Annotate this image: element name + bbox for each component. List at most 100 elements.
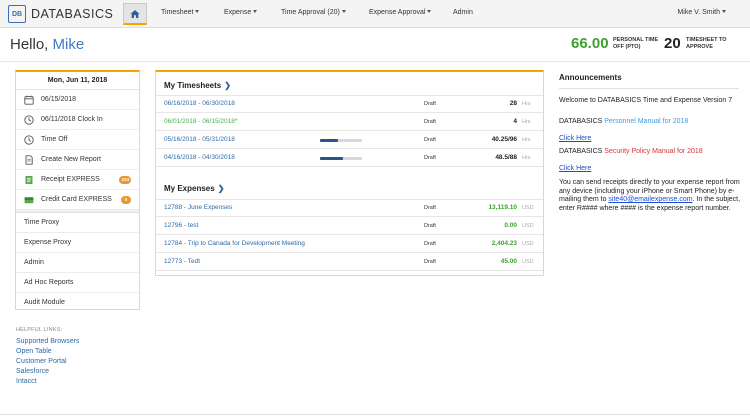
click-here-link[interactable]: Click Here [559, 165, 591, 172]
link-expense-proxy[interactable]: Expense Proxy [16, 233, 139, 253]
status-label: Draft [424, 137, 436, 143]
expense-amount: 13,119.10 [488, 204, 517, 211]
quick-item-label: Receipt EXPRESS [41, 176, 100, 183]
nav-timesheet[interactable]: Timesheet [161, 9, 200, 16]
announcement-link-row: Click Here [559, 135, 744, 144]
credit-card-icon [24, 195, 34, 205]
security-policy-name: Security Policy Manual for 2018 [604, 148, 703, 155]
quick-item-label: Time Off [41, 136, 68, 143]
helpful-link[interactable]: Customer Portal [16, 358, 67, 365]
currency-label: USD [522, 259, 534, 265]
status-label: Draft [424, 155, 436, 161]
helpful-link[interactable]: Supported Browsers [16, 338, 79, 345]
timesheet-approve-count[interactable]: 20 [664, 35, 681, 52]
nav-expense[interactable]: Expense [224, 9, 258, 16]
timesheet-period-link[interactable]: 04/16/2018 - 04/30/2018 [164, 154, 235, 161]
nav-expense-approval[interactable]: Expense Approval [369, 9, 432, 16]
chevron-down-icon [341, 10, 346, 13]
expense-report-link[interactable]: 12773 - Tedt [164, 258, 200, 265]
header-divider [0, 61, 750, 62]
timesheet-period-link[interactable]: 05/16/2018 - 05/31/2018 [164, 136, 235, 143]
link-audit-module[interactable]: Audit Module [16, 293, 139, 313]
receipt-icon [24, 175, 34, 185]
currency-label: USD [522, 205, 534, 211]
expense-report-link[interactable]: 12784 - Trip to Canada for Development M… [164, 240, 305, 247]
nav-time-approval[interactable]: Time Approval (20) [281, 9, 346, 16]
timesheet-row: 04/16/2018 - 04/30/2018 Draft 48.5/88 Hr… [156, 150, 543, 167]
currency-label: USD [522, 241, 534, 247]
my-timesheets-title[interactable]: My Timesheets ❯ [164, 81, 231, 90]
pto-value[interactable]: 66.00 [571, 35, 609, 52]
expense-report-link[interactable]: 12788 - June Expenses [164, 204, 232, 211]
logo-text: DATABASICS [31, 7, 114, 21]
helpful-link[interactable]: Open Table [16, 348, 52, 355]
hours-value: 4 [513, 118, 517, 125]
hours-value: 48.5/88 [495, 154, 517, 161]
pto-label: PERSONAL TIME OFF (PTO) [613, 37, 659, 50]
footer-divider [0, 414, 750, 415]
document-icon [24, 154, 34, 165]
credit-card-count-badge: 0 [121, 196, 131, 204]
announcement-policy: DATABASICS Security Policy Manual for 20… [559, 148, 703, 155]
announcement-link-row: Click Here [559, 165, 744, 174]
hours-progress-bar [320, 157, 362, 160]
quick-item-label: Credit Card EXPRESS [41, 196, 112, 203]
user-first-name: Mike [52, 36, 85, 53]
timesheet-row: 06/01/2018 - 06/15/2018* Draft 4 Hrs [156, 114, 543, 131]
nav-admin[interactable]: Admin [453, 9, 473, 16]
hours-progress-bar [320, 139, 362, 142]
quick-timesheet-date[interactable]: 06/15/2018 [16, 90, 139, 110]
hours-progress-fill [320, 139, 338, 142]
click-here-link[interactable]: Click Here [559, 135, 591, 142]
quick-receipt-express[interactable]: Receipt EXPRESS 104 [16, 170, 139, 190]
expense-row: 12796 - test Draft 0.00 USD [156, 218, 543, 235]
hours-unit: Hrs [522, 101, 531, 107]
timesheet-approve-label: TIMESHEET TO APPROVE [686, 37, 727, 50]
receipt-count-badge: 104 [119, 176, 131, 184]
expense-amount: 45.00 [500, 258, 517, 265]
link-admin[interactable]: Admin [16, 253, 139, 273]
hours-progress-fill [320, 157, 344, 160]
announcement-receipts: You can send receipts directly to your e… [559, 179, 741, 212]
helpful-links-title: HELPFUL LINKS: [16, 327, 63, 333]
quick-time-off[interactable]: Time Off [16, 130, 139, 150]
logo[interactable]: DB DATABASICS [8, 4, 113, 24]
chevron-down-icon [722, 10, 726, 13]
summary-panel: My Timesheets ❯ 06/16/2018 - 06/30/2018 D… [155, 70, 544, 276]
timesheet-period-link[interactable]: 06/16/2018 - 06/30/2018 [164, 100, 235, 107]
home-icon [130, 9, 140, 18]
chevron-down-icon [427, 10, 432, 13]
quick-clock-in[interactable]: 06/11/2018 Clock In [16, 110, 139, 130]
announcement-manual: DATABASICS Personnel Manual for 2018 [559, 118, 689, 125]
quick-item-label: 06/15/2018 [41, 96, 77, 103]
calendar-icon [24, 95, 34, 105]
my-expenses-title[interactable]: My Expenses ❯ [164, 184, 224, 193]
quick-create-report[interactable]: Create New Report [16, 150, 139, 170]
email-link[interactable]: site40@emailexpense.com [608, 196, 692, 203]
quick-credit-card-express[interactable]: Credit Card EXPRESS 0 [16, 190, 139, 210]
status-label: Draft [424, 223, 436, 229]
status-label: Draft [424, 259, 436, 265]
user-menu[interactable]: Mike V. Smith [677, 9, 726, 16]
current-date: Mon, Jun 11, 2018 [16, 72, 139, 90]
helpful-link[interactable]: Intacct [16, 378, 37, 385]
home-button[interactable] [123, 3, 147, 25]
expense-amount: 2,404.23 [491, 240, 517, 247]
helpful-link[interactable]: Salesforce [16, 368, 49, 375]
hours-unit: Hrs [522, 137, 531, 143]
chevron-right-icon: ❯ [217, 184, 225, 193]
page-title: Hello, Mike [10, 36, 85, 53]
hours-value: 40.25/96 [491, 136, 517, 143]
top-nav: DB DATABASICS Timesheet Expense Time App… [0, 0, 750, 28]
chevron-down-icon [195, 10, 200, 13]
quick-actions-panel: Mon, Jun 11, 2018 06/15/2018 06/11/2018 … [15, 70, 140, 310]
expense-amount: 0.00 [504, 222, 517, 229]
logo-mark: DB [8, 5, 26, 23]
expense-report-link[interactable]: 12796 - test [164, 222, 198, 229]
expense-row: 12788 - June Expenses Draft 13,119.10 US… [156, 200, 543, 217]
link-ad-hoc-reports[interactable]: Ad Hoc Reports [16, 273, 139, 293]
timesheet-period-link[interactable]: 06/01/2018 - 06/15/2018* [164, 118, 237, 125]
link-time-proxy[interactable]: Time Proxy [16, 213, 139, 233]
expense-row: 12784 - Trip to Canada for Development M… [156, 236, 543, 253]
quick-item-label: Create New Report [41, 156, 101, 163]
